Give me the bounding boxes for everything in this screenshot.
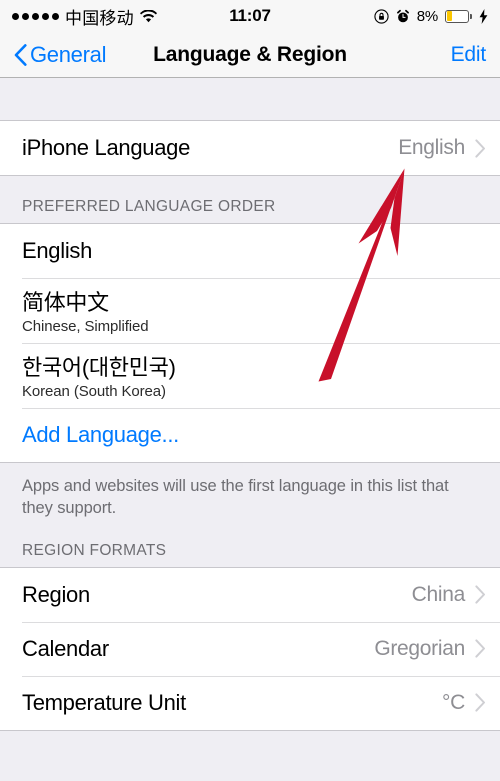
row-iphone-language-value-group: English — [398, 136, 486, 160]
battery-icon — [445, 9, 472, 23]
navigation-bar: General Language & Region Edit — [0, 32, 500, 78]
top-spacer — [0, 78, 500, 120]
chevron-right-icon — [475, 138, 486, 158]
row-language-korean[interactable]: 한국어(대한민국) Korean (South Korea) — [0, 343, 500, 408]
row-region-value: China — [411, 582, 466, 606]
signal-strength-dots-icon — [12, 12, 59, 20]
chevron-right-icon — [475, 585, 486, 604]
row-language-english[interactable]: English — [0, 224, 500, 278]
row-calendar[interactable]: Calendar Gregorian — [0, 621, 500, 676]
row-language-chinese-simplified-label: 简体中文 — [22, 290, 109, 315]
edit-button[interactable]: Edit — [451, 43, 487, 67]
alarm-clock-icon — [396, 9, 410, 24]
iphone-language-group: iPhone Language English — [0, 120, 500, 176]
battery-percentage: 8% — [416, 7, 438, 25]
back-button[interactable]: General — [14, 42, 106, 68]
chevron-left-icon — [14, 43, 27, 66]
section-header-preferred-language-order: PREFERRED LANGUAGE ORDER — [0, 176, 500, 223]
row-temperature-unit[interactable]: Temperature Unit °C — [0, 675, 500, 730]
row-language-chinese-simplified[interactable]: 简体中文 Chinese, Simplified — [0, 278, 500, 343]
row-language-korean-sublabel: Korean (South Korea) — [22, 383, 166, 400]
chevron-right-icon — [475, 639, 486, 658]
back-button-label: General — [30, 41, 107, 67]
status-bar: 中国移动 11:07 8% — [0, 0, 500, 32]
row-iphone-language-value: English — [398, 136, 465, 159]
preferred-language-order-footer: Apps and websites will use the first lan… — [0, 463, 500, 520]
row-language-korean-label: 한국어(대한민국) — [22, 355, 176, 380]
row-region-value-group: China — [412, 583, 486, 607]
row-region[interactable]: Region China — [0, 567, 500, 622]
row-iphone-language[interactable]: iPhone Language English — [0, 121, 500, 175]
status-bar-right: 8% — [374, 8, 488, 25]
row-iphone-language-label: iPhone Language — [22, 135, 190, 160]
rotation-lock-icon — [374, 8, 389, 24]
row-language-english-label: English — [22, 238, 93, 263]
settings-content: iPhone Language English PREFERRED LANGUA… — [0, 78, 500, 731]
chevron-right-icon — [475, 693, 486, 712]
row-calendar-value: Gregorian — [374, 636, 465, 660]
row-language-chinese-simplified-sublabel: Chinese, Simplified — [22, 318, 149, 335]
section-header-region-formats: REGION FORMATS — [0, 519, 500, 567]
row-temperature-unit-label: Temperature Unit — [22, 689, 186, 715]
row-add-language-label: Add Language... — [22, 422, 179, 447]
row-add-language[interactable]: Add Language... — [0, 408, 500, 462]
row-region-label: Region — [22, 581, 90, 607]
carrier-name: 中国移动 — [65, 8, 134, 28]
region-formats-group: Region China Calendar Gregorian Temperat… — [0, 566, 500, 731]
row-calendar-label: Calendar — [22, 635, 109, 661]
row-temperature-unit-value: °C — [442, 690, 465, 714]
lightning-bolt-icon — [479, 8, 488, 24]
wifi-icon — [139, 9, 157, 23]
iphone-settings-screen: 中国移动 11:07 8% General Language & Region … — [0, 0, 500, 781]
row-calendar-value-group: Gregorian — [374, 637, 486, 661]
status-bar-left: 中国移动 — [12, 4, 157, 29]
row-temperature-unit-value-group: °C — [442, 691, 486, 715]
preferred-language-order-group: English 简体中文 Chinese, Simplified 한국어(대한민… — [0, 223, 500, 463]
